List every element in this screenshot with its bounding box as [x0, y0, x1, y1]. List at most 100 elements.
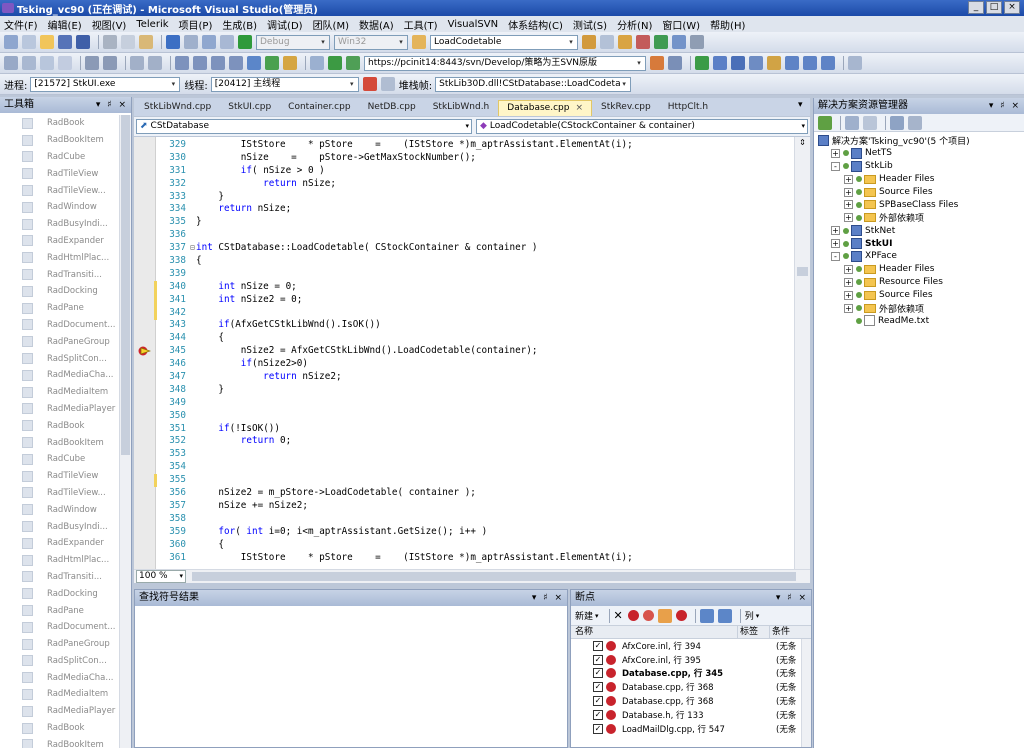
toolbox-item[interactable]: RadPaneGroup	[0, 636, 120, 653]
expand-icon[interactable]: +	[844, 174, 853, 184]
save-icon[interactable]	[58, 35, 72, 49]
save-all-icon[interactable]	[76, 35, 90, 49]
menu-item[interactable]: 编辑(E)	[48, 17, 82, 32]
toolbox-item[interactable]: RadExpander	[0, 535, 120, 552]
step-out-icon[interactable]	[821, 56, 835, 70]
toolbox-item[interactable]: RadMediaItem	[0, 686, 120, 703]
toolbox-scroll-thumb[interactable]	[121, 115, 130, 455]
find-combo[interactable]: LoadCodetable ▾	[430, 34, 578, 50]
solution-node[interactable]: + Resource Files	[814, 276, 1024, 289]
complete-word-icon[interactable]	[58, 56, 72, 70]
thread-select[interactable]: [20412] 主线程 ▾	[210, 76, 359, 92]
toolbox-item[interactable]: RadDocument...	[0, 619, 120, 636]
toolbox-item[interactable]: RadTileView	[0, 165, 120, 182]
breakpoint-checkbox[interactable]: ✓	[593, 640, 603, 651]
step-into-icon[interactable]	[785, 56, 799, 70]
solution-properties-icon[interactable]	[890, 115, 904, 130]
toolbox-item[interactable]: RadSplitCon...	[0, 350, 120, 367]
toggle-flag-icon[interactable]	[362, 77, 377, 91]
toolbar-options-icon[interactable]	[690, 35, 704, 49]
expand-icon[interactable]: +	[831, 226, 840, 236]
toolbox-item[interactable]: RadWindow	[0, 501, 120, 518]
svn-switch-icon[interactable]	[346, 56, 360, 70]
solution-node[interactable]: ReadMe.txt	[814, 314, 1024, 327]
solution-platform-select[interactable]: Win32 ▾	[334, 34, 408, 50]
decrease-indent-icon[interactable]	[85, 56, 99, 70]
member-select[interactable]: ◆ LoadCodetable(CStockContainer & contain…	[476, 119, 808, 134]
uncomment-lines-icon[interactable]	[148, 56, 162, 70]
document-tab[interactable]: NetDB.cpp	[360, 100, 424, 116]
code-editor[interactable]: 329 IStStore * pStore = (IStStore *)m_ap…	[134, 137, 810, 569]
toolbox-item[interactable]: RadBookItem	[0, 434, 120, 451]
breakpoint-checkbox[interactable]: ✓	[593, 682, 603, 693]
document-tab[interactable]: StkLibWnd.h	[425, 100, 498, 116]
toolbox-item[interactable]: RadSplitCon...	[0, 653, 120, 670]
breakpoint-checkbox[interactable]: ✓	[593, 654, 603, 665]
restart-icon[interactable]	[749, 56, 763, 70]
menu-item[interactable]: 体系结构(C)	[508, 17, 563, 32]
open-file-icon[interactable]	[40, 35, 54, 49]
toggle-all-breakpoints-icon[interactable]	[642, 610, 654, 621]
toolbox-item[interactable]: RadBook	[0, 115, 120, 132]
add-item-icon[interactable]	[22, 35, 36, 49]
menu-item[interactable]: 文件(F)	[4, 17, 38, 32]
toolbox-item[interactable]: RadBook	[0, 417, 120, 434]
svn-url-combo[interactable]: https://pcinit14:8443/svn/Develop/策略为王SV…	[364, 55, 646, 71]
menu-item[interactable]: 数据(A)	[359, 17, 394, 32]
toolbox-scrollbar[interactable]	[119, 115, 131, 748]
svn-log-icon[interactable]	[310, 56, 324, 70]
solution-node[interactable]: 解决方案'Tsking_vc90'(5 个项目)	[814, 134, 1024, 147]
menu-item[interactable]: 生成(B)	[222, 17, 257, 32]
editor-horizontal-scrollbar[interactable]: 100 % ▾	[134, 569, 810, 583]
menu-item[interactable]: 视图(V)	[92, 17, 127, 32]
object-browser-icon[interactable]	[618, 35, 632, 49]
expand-icon[interactable]: +	[844, 264, 853, 274]
undo-icon[interactable]	[166, 35, 180, 49]
breakpoint-row[interactable]: ✓ Database.h, 行 133 (无条	[571, 708, 811, 722]
solution-node[interactable]: + Source Files	[814, 186, 1024, 199]
close-tab-icon[interactable]: ×	[575, 103, 583, 113]
break-all-icon[interactable]	[713, 56, 727, 70]
close-button[interactable]: ×	[1004, 1, 1020, 14]
menu-item[interactable]: Telerik	[136, 19, 168, 30]
redo-icon[interactable]	[184, 35, 198, 49]
minimize-button[interactable]: _	[968, 1, 984, 14]
toolbox-item[interactable]: RadPane	[0, 602, 120, 619]
solution-explorer-window-controls[interactable]: ▾ ♯ ×	[989, 98, 1021, 114]
solution-node[interactable]: - XPFace	[814, 250, 1024, 263]
hex-display-icon[interactable]	[848, 56, 862, 70]
menu-item[interactable]: 窗口(W)	[662, 17, 700, 32]
solution-node[interactable]: + NetTS	[814, 147, 1024, 160]
editor-hscroll-thumb[interactable]	[192, 572, 796, 581]
properties-icon[interactable]	[600, 35, 614, 49]
breakpoint-checkbox[interactable]: ✓	[593, 668, 603, 679]
menu-item[interactable]: 分析(N)	[617, 17, 652, 32]
toolbox-item[interactable]: RadMediaCha...	[0, 669, 120, 686]
stack-frame-select[interactable]: StkLib30D.dll!CStDatabase::LoadCodeta ▾	[435, 76, 632, 92]
column-condition[interactable]: 条件	[769, 626, 803, 638]
increase-indent-icon[interactable]	[103, 56, 117, 70]
quick-info-icon[interactable]	[40, 56, 54, 70]
show-next-statement-icon[interactable]	[767, 56, 781, 70]
toolbox-item[interactable]: RadBookItem	[0, 132, 120, 149]
solution-configuration-select[interactable]: Debug ▾	[256, 34, 330, 50]
solution-node[interactable]: + Header Files	[814, 173, 1024, 186]
toolbox-item[interactable]: RadTileView...	[0, 485, 120, 502]
toolbox-icon[interactable]	[636, 35, 650, 49]
class-diagram-icon[interactable]	[908, 115, 922, 130]
editor-scroll-thumb[interactable]	[797, 267, 808, 276]
svn-blame-icon[interactable]	[328, 56, 342, 70]
solution-node[interactable]: + StkNet	[814, 224, 1024, 237]
solution-explorer-icon[interactable]	[582, 35, 596, 49]
breakpoint-row[interactable]: ✓ Database.cpp, 行 368 (无条	[571, 694, 811, 708]
expand-icon[interactable]: +	[831, 239, 840, 249]
new-project-icon[interactable]	[4, 35, 18, 49]
svn-filter-icon[interactable]	[668, 56, 682, 70]
toolbox-item[interactable]: RadMediaCha...	[0, 367, 120, 384]
new-breakpoint-button[interactable]: 新建	[575, 609, 593, 622]
solution-node[interactable]: + StkUI	[814, 237, 1024, 250]
member-list-icon[interactable]	[4, 56, 18, 70]
clear-bookmarks-icon[interactable]	[229, 56, 243, 70]
previous-bookmark-icon[interactable]	[193, 56, 207, 70]
cut-icon[interactable]	[103, 35, 117, 49]
